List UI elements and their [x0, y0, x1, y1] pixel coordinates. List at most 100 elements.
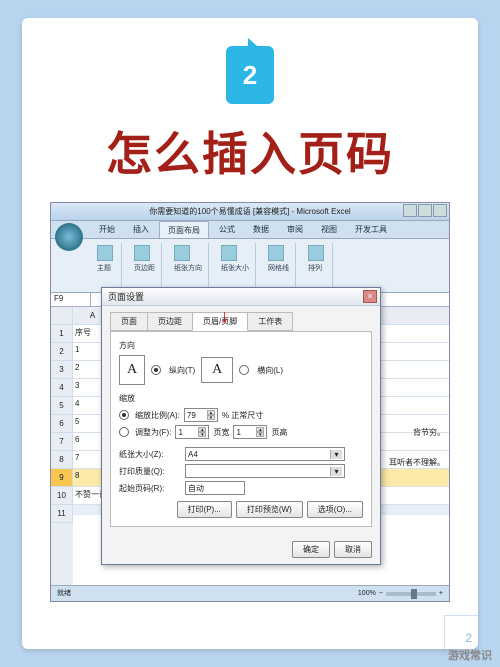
corner-cell[interactable] [51, 307, 73, 325]
page-setup-dialog: 页面设置 × ↓ 页面 页边距 页眉/页脚 工作表 方向 A 纵向(T) A [101, 287, 381, 565]
orientation-label: 方向 [119, 340, 363, 351]
first-page-input[interactable]: 自动 [185, 481, 245, 495]
row-header[interactable]: 5 [51, 397, 73, 415]
scale-label: 缩放比例(A): [135, 410, 180, 421]
ribbon-tab-pagelayout[interactable]: 页面布局 [159, 221, 209, 238]
office-orb-icon[interactable] [55, 223, 83, 251]
close-button[interactable] [433, 204, 447, 217]
first-page-label: 起始页码(R): [119, 483, 181, 494]
row-header[interactable]: 10 [51, 487, 73, 505]
landscape-label: 横向(L) [257, 365, 283, 376]
excel-screenshot: 你需要知道的100个易懂成语 [兼容模式] - Microsoft Excel … [50, 202, 450, 602]
paper-size-combo[interactable]: A4▾ [185, 447, 345, 461]
print-quality-label: 打印质量(Q): [119, 466, 181, 477]
chevron-down-icon: ▾ [330, 450, 342, 459]
visible-text: 耳听者不理解。 [389, 457, 445, 468]
size-icon[interactable] [221, 245, 237, 261]
fit-wide-suffix: 页宽 [213, 427, 229, 438]
scale-suffix: % 正常尺寸 [222, 410, 263, 421]
margins-icon[interactable] [134, 245, 150, 261]
zoom-out-icon[interactable]: − [379, 590, 383, 597]
ribbon-tab-home[interactable]: 开始 [91, 221, 123, 238]
row-header[interactable]: 2 [51, 343, 73, 361]
dialog-tab-page[interactable]: 页面 [110, 312, 148, 331]
dialog-action-buttons: 打印(P)... 打印预览(W) 选项(O)... [119, 501, 363, 518]
window-controls [403, 204, 447, 217]
landscape-icon: A [201, 357, 233, 383]
dialog-footer: 确定 取消 [102, 535, 380, 564]
scaling-label: 缩放 [119, 393, 363, 404]
scale-radio[interactable] [119, 410, 129, 420]
ribbon-tab-formulas[interactable]: 公式 [211, 221, 243, 238]
row-header[interactable]: 11 [51, 505, 73, 523]
zoom-in-icon[interactable]: + [439, 590, 443, 597]
ribbon-group-margins: 页边距 [128, 243, 162, 288]
row-header[interactable]: 7 [51, 433, 73, 451]
row-header[interactable]: 6 [51, 415, 73, 433]
scale-input[interactable]: 79▴▾ [184, 408, 218, 422]
options-button[interactable]: 选项(O)... [307, 501, 363, 518]
visible-text: 背节穷。 [413, 427, 445, 438]
scaling-section: 缩放 缩放比例(A): 79▴▾ % 正常尺寸 调整为(F): 1▴▾ 页宽 1… [119, 393, 363, 439]
ribbon-tab-view[interactable]: 视图 [313, 221, 345, 238]
tutorial-card: 2 怎么插入页码 你需要知道的100个易懂成语 [兼容模式] - Microso… [22, 18, 478, 649]
fit-wide-input[interactable]: 1▴▾ [175, 425, 209, 439]
dialog-close-button[interactable]: × [363, 290, 377, 303]
step-number: 2 [243, 60, 257, 91]
name-box[interactable]: F9 [51, 293, 91, 306]
zoom-value: 100% [358, 590, 376, 597]
fit-tall-input[interactable]: 1▴▾ [233, 425, 267, 439]
row-header[interactable]: 1 [51, 325, 73, 343]
dialog-titlebar: 页面设置 × [102, 288, 380, 306]
minimize-button[interactable] [403, 204, 417, 217]
ribbon-tab-data[interactable]: 数据 [245, 221, 277, 238]
watermark: 游戏常识 [448, 647, 492, 663]
zoom-control[interactable]: 100% − + [358, 588, 443, 599]
ribbon-group-gridlines: 网格线 [262, 243, 296, 288]
row-headers: 1 2 3 4 5 6 7 8 9 10 11 [51, 307, 73, 585]
maximize-button[interactable] [418, 204, 432, 217]
portrait-radio[interactable] [151, 365, 161, 375]
zoom-slider[interactable] [386, 592, 436, 596]
cancel-button[interactable]: 取消 [334, 541, 372, 558]
dialog-tab-sheet[interactable]: 工作表 [247, 312, 293, 331]
row-header[interactable]: 8 [51, 451, 73, 469]
row-header[interactable]: 4 [51, 379, 73, 397]
ribbon-group-arrange: 排列 [302, 243, 333, 288]
gridlines-icon[interactable] [268, 245, 284, 261]
ribbon-group-size: 纸张大小 [215, 243, 256, 288]
step-badge: 2 [226, 46, 274, 104]
dialog-title: 页面设置 [108, 292, 144, 302]
first-page-row: 起始页码(R): 自动 [119, 481, 363, 495]
dialog-tab-margins[interactable]: 页边距 [147, 312, 193, 331]
landscape-radio[interactable] [239, 365, 249, 375]
fit-tall-suffix: 页高 [271, 427, 287, 438]
arrange-icon[interactable] [308, 245, 324, 261]
print-quality-row: 打印质量(Q): ▾ [119, 464, 363, 478]
main-title: 怎么插入页码 [22, 118, 478, 184]
ribbon-tab-dev[interactable]: 开发工具 [347, 221, 395, 238]
chevron-down-icon: ▾ [330, 467, 342, 476]
ribbon-tab-insert[interactable]: 插入 [125, 221, 157, 238]
orientation-icon[interactable] [174, 245, 190, 261]
fit-radio[interactable] [119, 427, 129, 437]
themes-icon[interactable] [97, 245, 113, 261]
window-titlebar: 你需要知道的100个易懂成语 [兼容模式] - Microsoft Excel [51, 203, 449, 221]
print-quality-combo[interactable]: ▾ [185, 464, 345, 478]
dialog-tabs: 页面 页边距 页眉/页脚 工作表 [102, 306, 380, 331]
row-header[interactable]: 9 [51, 469, 73, 487]
portrait-label: 纵向(T) [169, 365, 195, 376]
ok-button[interactable]: 确定 [292, 541, 330, 558]
dialog-body: 方向 A 纵向(T) A 横向(L) 缩放 缩放比例(A): [110, 331, 372, 527]
spin-down-icon[interactable]: ▾ [207, 415, 215, 420]
status-bar: 就绪 100% − + [51, 585, 449, 601]
ribbon-tab-review[interactable]: 审阅 [279, 221, 311, 238]
paper-size-row: 纸张大小(Z): A4▾ [119, 447, 363, 461]
row-header[interactable]: 3 [51, 361, 73, 379]
fit-label: 调整为(F): [135, 427, 171, 438]
window-title: 你需要知道的100个易懂成语 [兼容模式] - Microsoft Excel [149, 207, 350, 216]
ribbon-body: 主题 页边距 纸张方向 纸张大小 网格线 排列 [51, 239, 449, 293]
ribbon-group-orientation: 纸张方向 [168, 243, 209, 288]
print-button[interactable]: 打印(P)... [177, 501, 232, 518]
print-preview-button[interactable]: 打印预览(W) [236, 501, 303, 518]
